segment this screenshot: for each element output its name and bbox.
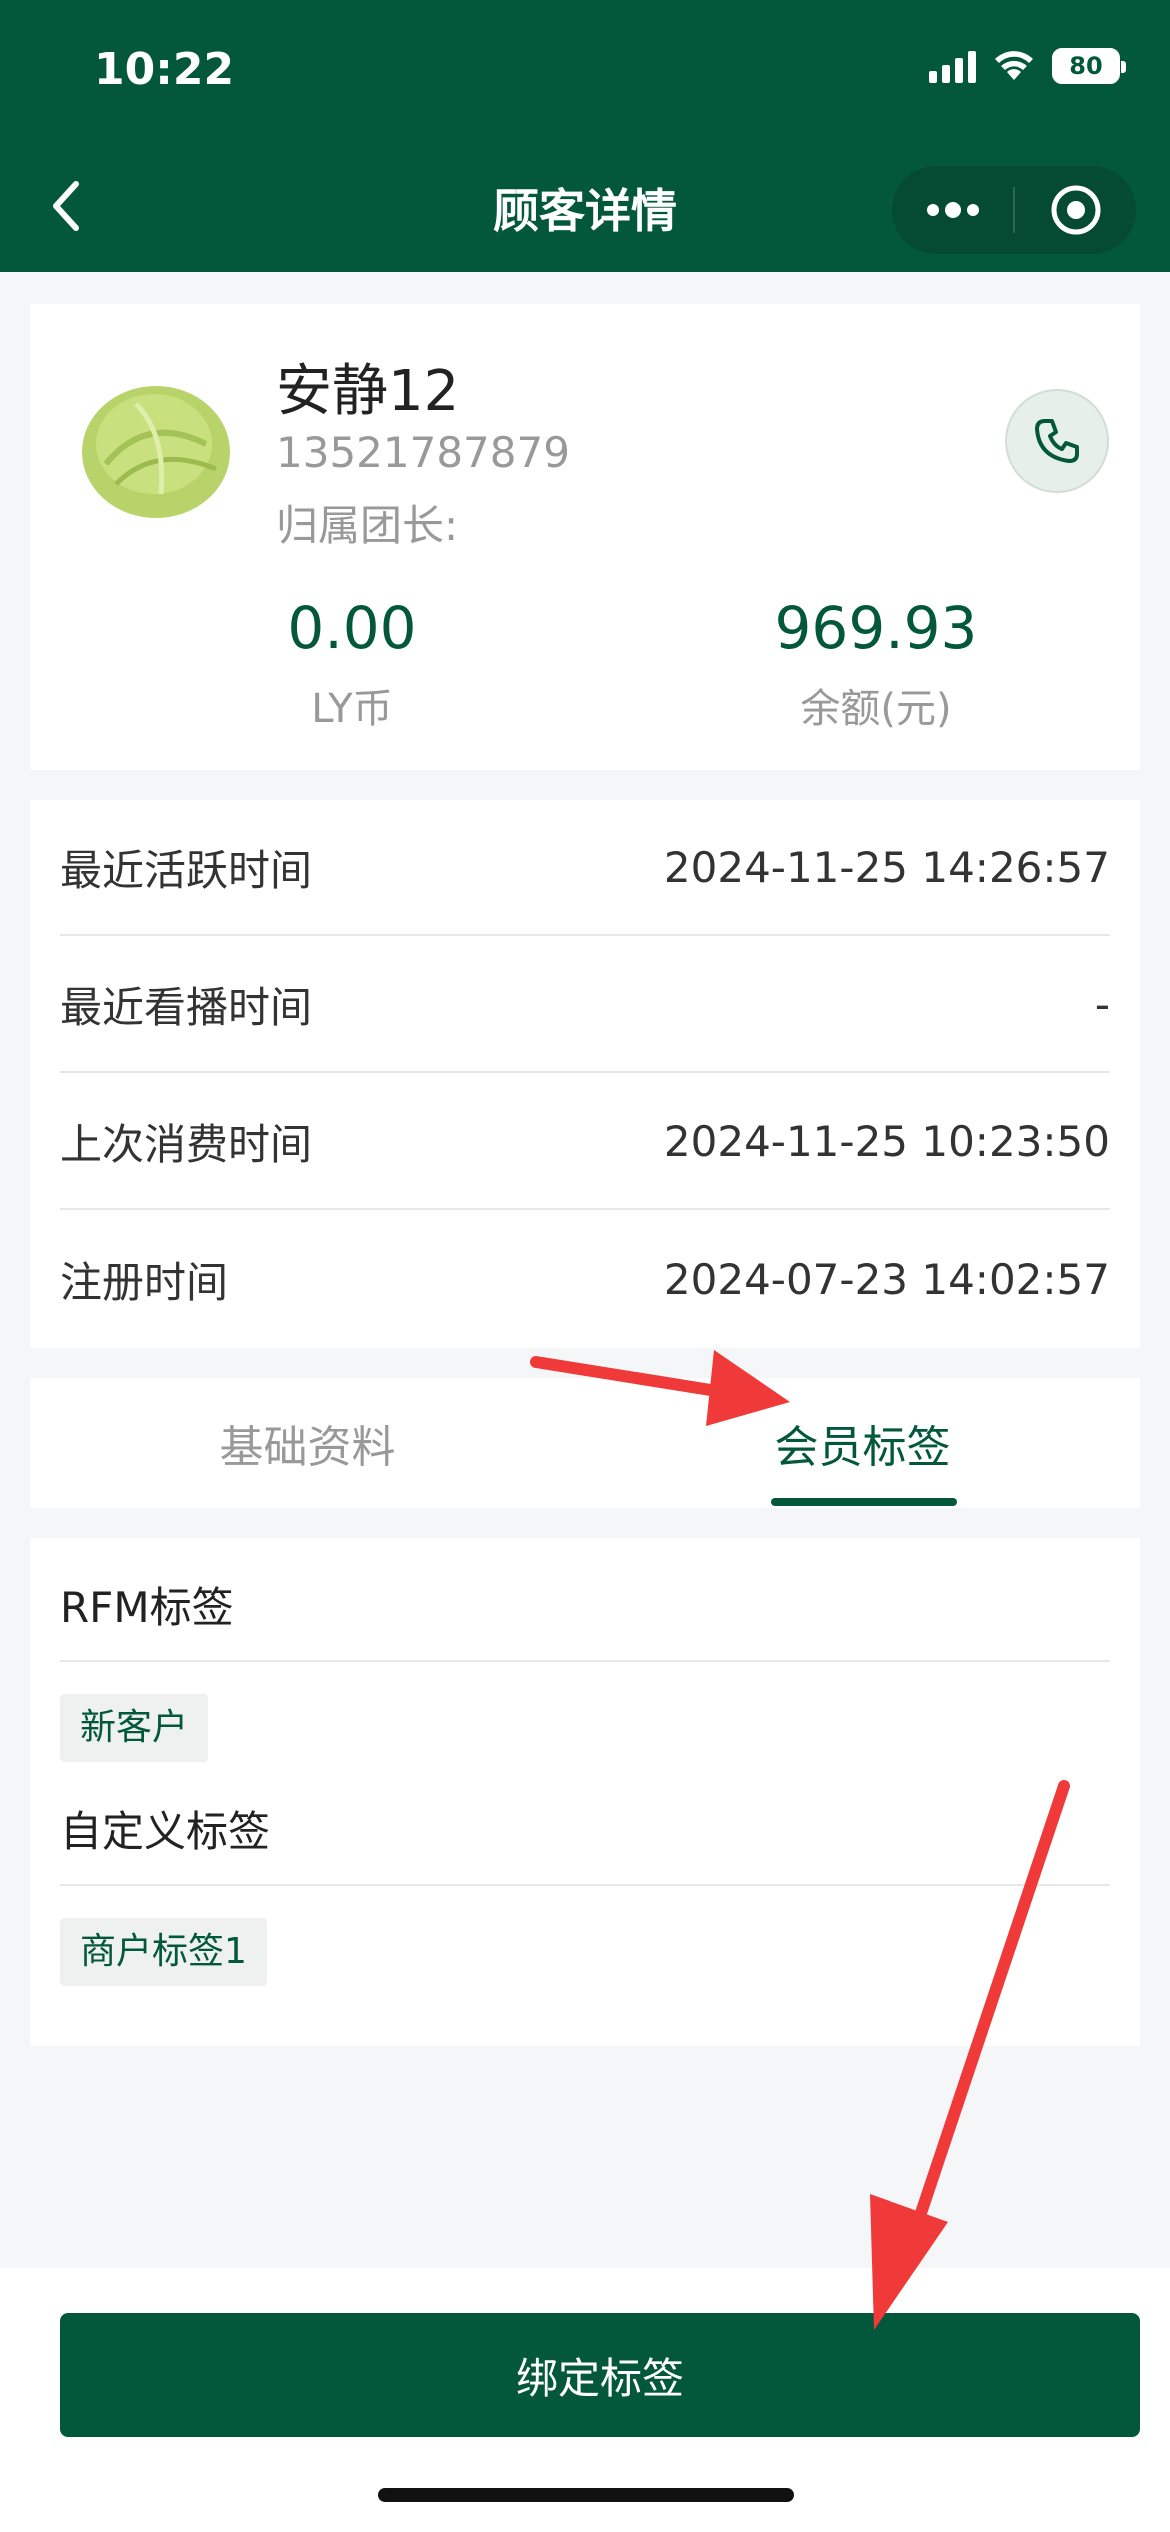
more-dots-icon	[926, 202, 979, 218]
stat-label: LY币	[311, 686, 393, 732]
row-label: 上次消费时间	[60, 1119, 313, 1169]
time-row-last-watch: 最近看播时间 -	[60, 937, 1110, 1073]
time-row-last-active: 最近活跃时间 2024-11-25 14:26:57	[60, 800, 1110, 936]
leader-label: 归属团长:	[276, 501, 459, 550]
rfm-section-title: RFM标签	[60, 1583, 234, 1632]
tags-card: RFM标签 新客户 自定义标签 商户标签1	[30, 1538, 1140, 2046]
stat-value: 969.93	[774, 594, 978, 662]
tab-basic-info[interactable]: 基础资料	[30, 1378, 585, 1508]
stat-label: 余额(元)	[800, 686, 952, 732]
custom-section-title: 自定义标签	[60, 1807, 271, 1856]
header: 10:22 80 顾客详情	[0, 0, 1170, 272]
row-value: 2024-07-23 14:02:57	[663, 1254, 1110, 1304]
bind-tag-button[interactable]: 绑定标签	[60, 2313, 1140, 2437]
phone-icon	[1035, 419, 1079, 463]
tab-member-tags[interactable]: 会员标签	[585, 1378, 1140, 1508]
row-value: 2024-11-25 14:26:57	[663, 842, 1110, 892]
close-miniprogram-button[interactable]	[1015, 166, 1136, 254]
status-time: 10:22	[94, 44, 235, 95]
battery-icon: 80	[1052, 48, 1126, 84]
custom-tag-chip: 商户标签1	[60, 1918, 267, 1986]
customer-phone: 13521787879	[276, 428, 570, 477]
tab-bar: 基础资料 会员标签	[30, 1378, 1140, 1508]
battery-level: 80	[1069, 52, 1103, 80]
time-info-card: 最近活跃时间 2024-11-25 14:26:57 最近看播时间 - 上次消费…	[30, 800, 1140, 1348]
row-label: 最近活跃时间	[60, 845, 313, 895]
profile-card: 安静12 13521787879 归属团长: 0.00 LY币 969.93 余…	[30, 304, 1140, 770]
divider	[60, 1884, 1110, 1886]
wifi-icon	[995, 51, 1033, 80]
row-label: 注册时间	[60, 1257, 229, 1307]
signal-icon	[929, 49, 976, 83]
more-button[interactable]	[892, 166, 1013, 254]
customer-name: 安静12	[276, 359, 460, 424]
row-value: 2024-11-25 10:23:50	[663, 1116, 1110, 1166]
avatar	[82, 386, 230, 518]
row-label: 最近看播时间	[60, 982, 313, 1032]
home-indicator	[378, 2488, 794, 2502]
stat-value: 0.00	[287, 594, 417, 662]
stat-ly-coin: 0.00 LY币	[152, 594, 552, 734]
target-icon	[1051, 185, 1100, 235]
call-button[interactable]	[1005, 389, 1109, 493]
rfm-tag-chip: 新客户	[60, 1694, 209, 1762]
miniprogram-capsule	[892, 166, 1136, 254]
row-value: -	[1094, 979, 1110, 1029]
time-row-register: 注册时间 2024-07-23 14:02:57	[60, 1211, 1110, 1347]
time-row-last-purchase: 上次消费时间 2024-11-25 10:23:50	[60, 1074, 1110, 1210]
status-icons: 80	[929, 48, 1126, 84]
active-tab-indicator	[771, 1498, 957, 1506]
divider	[60, 1660, 1110, 1662]
stat-balance: 969.93 余额(元)	[676, 594, 1076, 734]
